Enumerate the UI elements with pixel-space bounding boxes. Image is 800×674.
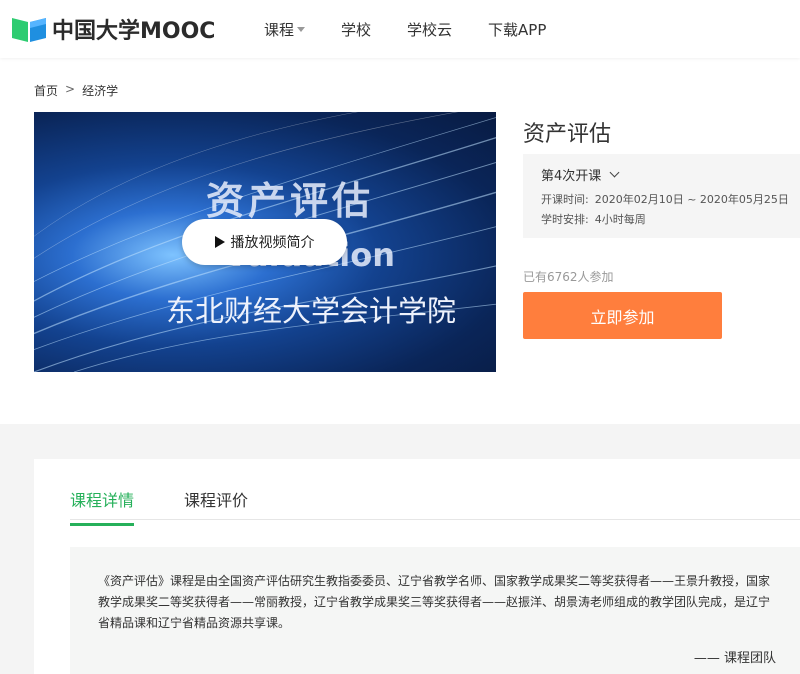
logo-text: 中国大学MOOC: [52, 19, 216, 44]
nav-item-schools[interactable]: 学校: [341, 19, 371, 40]
nav-label: 课程: [264, 21, 295, 39]
nav-item-school-cloud[interactable]: 学校云: [407, 19, 452, 40]
breadcrumb-home[interactable]: 首页: [34, 82, 58, 99]
schedule-row: 学时安排: 4小时每周: [541, 211, 646, 227]
play-icon: [214, 236, 225, 248]
video-preview[interactable]: 资产评估 Valuation 东北财经大学会计学院 播放视频简介: [34, 112, 496, 372]
nav-label: 学校: [341, 21, 372, 39]
breadcrumb-category[interactable]: 经济学: [82, 82, 118, 99]
schedule-value: 4小时每周: [594, 213, 646, 226]
term-select-label: 第4次开课: [541, 169, 602, 184]
main-nav: 课程 学校 学校云 下载APP: [264, 19, 582, 40]
tabs-divider: [70, 519, 800, 520]
term-info-box: 第4次开课 开课时间: 2020年02月10日 ~ 2020年05月25日 学时安…: [523, 154, 800, 238]
start-time-label: 开课时间:: [541, 193, 589, 206]
tab-course-reviews[interactable]: 课程评价: [184, 487, 248, 526]
site-logo[interactable]: 中国大学MOOC: [10, 14, 215, 44]
breadcrumb-separator: >: [65, 82, 76, 96]
nav-item-courses[interactable]: 课程: [264, 19, 306, 40]
details-tabs: 课程详情 课程评价: [70, 487, 298, 526]
breadcrumb: 首页 > 经济学: [34, 82, 118, 99]
course-description-box: 《资产评估》课程是由全国资产评估研究生教指委委员、辽宁省教学名师、国家教学成果奖…: [70, 547, 800, 674]
play-video-button[interactable]: 播放视频简介: [182, 219, 347, 265]
course-title: 资产评估: [523, 122, 612, 147]
top-header: 中国大学MOOC 课程 学校 学校云 下载APP: [0, 0, 800, 58]
start-time-value: 2020年02月10日 ~ 2020年05月25日: [594, 193, 789, 206]
nav-item-download-app[interactable]: 下载APP: [488, 19, 546, 40]
play-video-label: 播放视频简介: [230, 235, 315, 251]
video-organization-text: 东北财经大学会计学院: [166, 294, 457, 328]
tab-course-details[interactable]: 课程详情: [70, 487, 135, 526]
nav-label: 学校云: [407, 21, 453, 39]
logo-book-icon: [10, 14, 48, 44]
term-select[interactable]: 第4次开课: [541, 165, 620, 184]
video-title-text: 资产评估: [206, 179, 375, 223]
course-description-text: 《资产评估》课程是由全国资产评估研究生教指委委员、辽宁省教学名师、国家教学成果奖…: [98, 574, 771, 630]
course-details-panel: 课程详情 课程评价 《资产评估》课程是由全国资产评估研究生教指委委员、辽宁省教学…: [34, 459, 800, 674]
start-time-row: 开课时间: 2020年02月10日 ~ 2020年05月25日: [541, 191, 789, 207]
caret-down-icon: [297, 27, 306, 32]
schedule-label: 学时安排:: [541, 213, 589, 226]
description-author: —— 课程团队: [693, 651, 776, 666]
chevron-down-icon: [609, 167, 620, 178]
participants-count: 已有6762人参加: [523, 270, 614, 284]
nav-label: 下载APP: [488, 21, 547, 39]
join-course-button[interactable]: 立即参加: [523, 292, 722, 339]
